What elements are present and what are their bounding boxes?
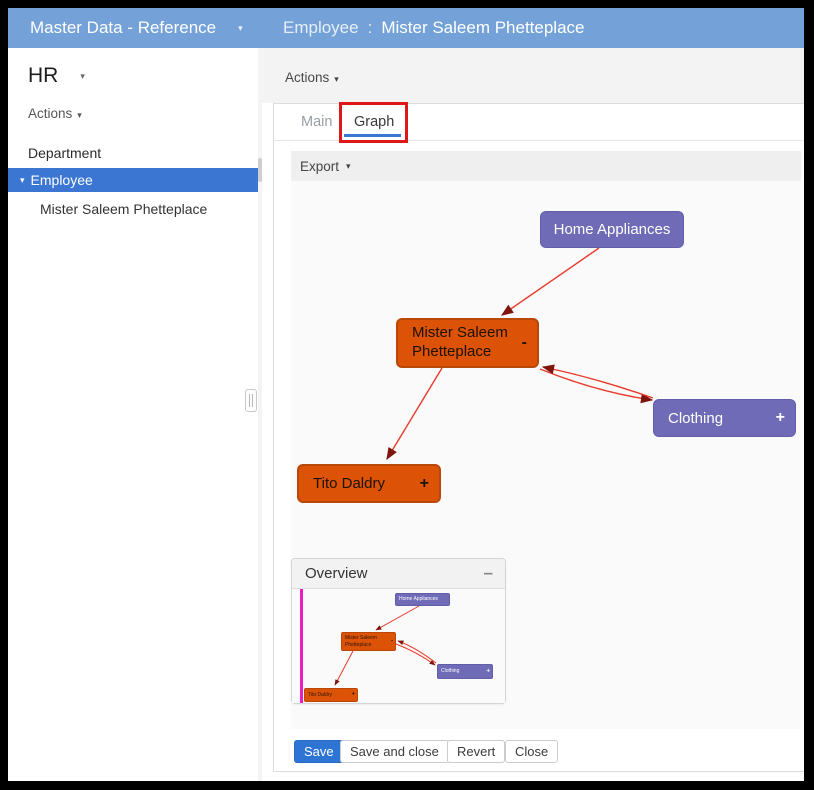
sidebar-item-employee-record[interactable]: Mister Saleem Phetteplace bbox=[40, 201, 207, 217]
graph-node-home-appliances[interactable]: Home Appliances bbox=[540, 211, 684, 248]
active-tab-underline bbox=[344, 134, 401, 137]
app-window: Master Data - Reference ▾ Employee : Mis… bbox=[8, 8, 804, 781]
app-title-dropdown[interactable]: Master Data - Reference ▾ bbox=[30, 18, 243, 38]
minimap-node-badge: - bbox=[391, 638, 393, 646]
node-label: Tito Daldry bbox=[313, 475, 385, 492]
minimap-node-badge: + bbox=[486, 668, 490, 676]
minimap-edges bbox=[292, 589, 505, 703]
record-panel: Main Graph Export ▾ bbox=[273, 103, 804, 772]
minimap-node-label: Tito Daldry bbox=[308, 692, 332, 698]
entity-type-label: Employee bbox=[283, 18, 359, 38]
main-actions-menu[interactable]: Actions ▾ bbox=[285, 70, 339, 85]
app-title: Master Data - Reference bbox=[30, 18, 216, 38]
overview-header[interactable]: Overview – bbox=[292, 559, 505, 589]
tab-bar: Main Graph bbox=[274, 104, 804, 141]
sidebar-actions-menu[interactable]: Actions ▾ bbox=[28, 106, 82, 121]
graph-node-tito-daldry[interactable]: Tito Daldry + bbox=[297, 464, 441, 503]
node-label: Mister Saleem Phetteplace bbox=[412, 324, 516, 362]
pane-scrollbar-thumb[interactable] bbox=[258, 158, 262, 182]
breadcrumb: Employee : Mister Saleem Phetteplace bbox=[283, 18, 585, 38]
minimap-node-mister-saleem-phetteplace: Mister Saleem Phetteplace - bbox=[341, 632, 396, 651]
chevron-down-icon: ▾ bbox=[346, 161, 351, 172]
save-button[interactable]: Save bbox=[294, 740, 344, 763]
graph-node-clothing[interactable]: Clothing + bbox=[653, 399, 796, 437]
close-button[interactable]: Close bbox=[505, 740, 558, 763]
chevron-down-icon: ▾ bbox=[80, 71, 85, 81]
sidebar-actions-label: Actions bbox=[28, 106, 72, 121]
overview-minimap[interactable]: Home Appliances Mister Saleem Phetteplac… bbox=[292, 589, 505, 703]
minimap-node-tito-daldry: Tito Daldry + bbox=[304, 688, 358, 702]
breadcrumb-separator: : bbox=[368, 18, 373, 38]
chevron-down-icon: ▾ bbox=[334, 74, 339, 84]
expand-badge[interactable]: + bbox=[420, 475, 429, 493]
sidebar-item-department[interactable]: Department bbox=[28, 145, 101, 161]
export-label: Export bbox=[300, 159, 339, 174]
minimap-node-label: Home Appliances bbox=[399, 596, 438, 602]
node-label: Clothing bbox=[668, 410, 723, 427]
overview-panel: Overview – Home Appliances Mis bbox=[291, 558, 506, 704]
main-actions-label: Actions bbox=[285, 70, 329, 85]
sidebar-item-label: Employee bbox=[31, 172, 93, 188]
main-actions-strip bbox=[262, 48, 804, 103]
overview-title: Overview bbox=[305, 565, 368, 582]
revert-button[interactable]: Revert bbox=[447, 740, 505, 763]
sidebar: HR ▾ Actions ▾ Department ▾ Employee Miste… bbox=[8, 48, 258, 781]
minimap-node-label: Mister Saleem Phetteplace bbox=[345, 635, 385, 648]
sidebar-item-employee[interactable]: ▾ Employee bbox=[8, 168, 258, 192]
minimap-node-label: Clothing bbox=[441, 668, 459, 674]
top-header-bar: Master Data - Reference ▾ Employee : Mis… bbox=[8, 8, 804, 48]
tab-main[interactable]: Main bbox=[301, 104, 332, 141]
minimize-icon[interactable]: – bbox=[484, 563, 493, 583]
collapse-badge[interactable]: - bbox=[522, 333, 527, 353]
splitter-grip[interactable] bbox=[245, 389, 257, 412]
chevron-down-icon: ▾ bbox=[226, 23, 243, 34]
save-and-close-button[interactable]: Save and close bbox=[340, 740, 449, 763]
minimap-node-badge: + bbox=[351, 691, 355, 699]
export-menu[interactable]: Export ▾ bbox=[291, 151, 801, 181]
domain-label: HR bbox=[28, 64, 58, 87]
chevron-down-icon: ▾ bbox=[77, 110, 82, 120]
entity-name-label: Mister Saleem Phetteplace bbox=[381, 18, 584, 38]
minimap-node-clothing: Clothing + bbox=[437, 664, 493, 679]
graph-canvas[interactable]: Home Appliances Mister Saleem Phetteplac… bbox=[291, 181, 801, 729]
tree-expand-icon[interactable]: ▾ bbox=[20, 175, 25, 186]
minimap-node-home-appliances: Home Appliances bbox=[395, 593, 450, 606]
graph-node-mister-saleem-phetteplace[interactable]: Mister Saleem Phetteplace - bbox=[396, 318, 539, 368]
node-label: Home Appliances bbox=[554, 221, 671, 238]
expand-badge[interactable]: + bbox=[776, 409, 785, 427]
domain-selector[interactable]: HR ▾ bbox=[28, 64, 85, 88]
